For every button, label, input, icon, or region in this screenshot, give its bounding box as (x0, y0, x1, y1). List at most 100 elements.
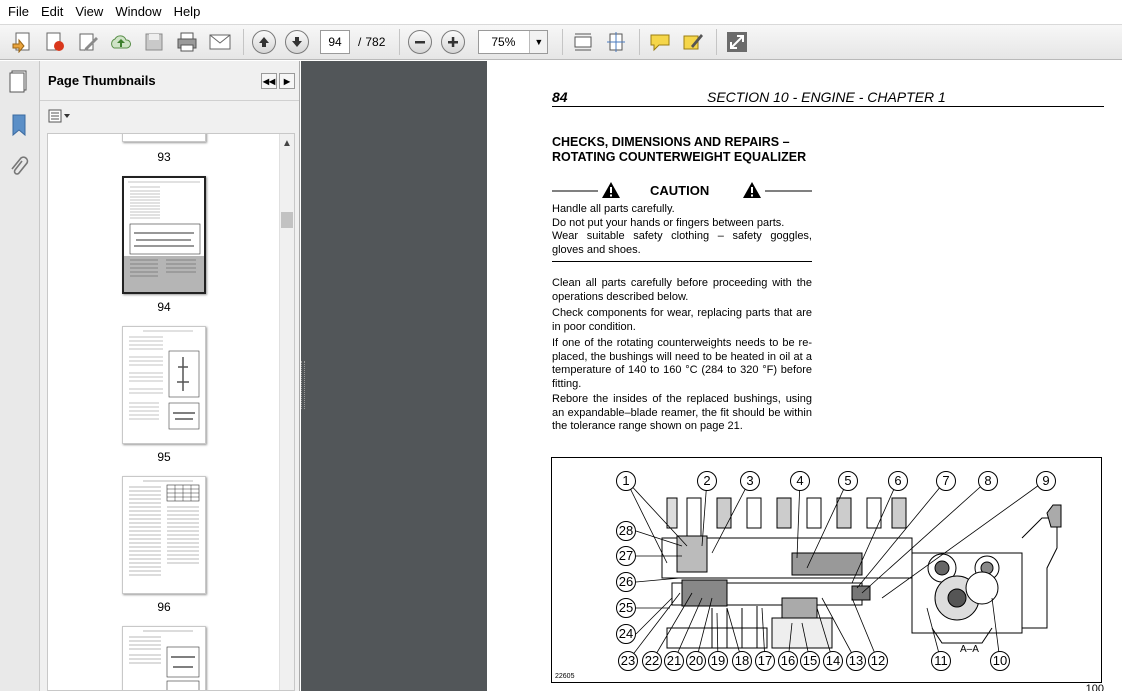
previous-page-button[interactable] (250, 28, 278, 56)
thumbnail-label: 93 (157, 150, 171, 164)
splitter-handle[interactable] (301, 361, 305, 409)
callout-3: 3 (740, 471, 760, 491)
page-number: 84 (552, 89, 568, 105)
highlight-button[interactable] (679, 28, 707, 56)
toolbar-separator (243, 29, 244, 55)
document-page: 84 SECTION 10 - ENGINE - CHAPTER 1 CHECK… (487, 61, 1122, 691)
scroll-up-icon[interactable]: ▲ (282, 138, 292, 149)
navigation-strip (0, 61, 40, 691)
printer-icon (177, 32, 197, 52)
menu-bar: File Edit View Window Help (0, 0, 1122, 24)
fit-width-icon (574, 33, 592, 51)
edit-document-button[interactable] (74, 28, 102, 56)
toolbar-separator (562, 29, 564, 55)
callout-21: 21 (664, 651, 684, 671)
close-panel-button[interactable]: ▶ (279, 73, 295, 89)
create-pdf-icon (12, 32, 30, 53)
heading: CHECKS, DIMENSIONS AND REPAIRS – ROTATIN… (552, 135, 822, 165)
callout-5: 5 (838, 471, 858, 491)
plus-icon (441, 30, 466, 54)
divider (552, 261, 812, 262)
thumbnail-list[interactable]: 93 94 95 96 ▲ (47, 133, 295, 691)
page-number-input[interactable]: 94 (320, 30, 350, 54)
chevron-down-icon[interactable]: ▼ (529, 31, 548, 53)
next-page-number: 100 (1085, 683, 1104, 691)
paperclip-icon[interactable] (9, 155, 29, 182)
comment-button[interactable] (646, 28, 674, 56)
options-menu-icon (48, 109, 70, 123)
combine-files-button[interactable] (41, 28, 69, 56)
callout-24: 24 (616, 624, 636, 644)
callout-23: 23 (618, 651, 638, 671)
upload-button[interactable] (107, 28, 135, 56)
fit-page-icon (607, 32, 626, 52)
menu-file[interactable]: File (2, 0, 35, 24)
minus-icon (408, 30, 433, 54)
print-button[interactable] (173, 28, 201, 56)
thumbnail-options[interactable] (40, 101, 299, 131)
page-header: 84 SECTION 10 - ENGINE - CHAPTER 1 (552, 89, 1104, 107)
callout-2: 2 (697, 471, 717, 491)
engine-drawing (625, 479, 1062, 662)
caution-line: Do not put your hands or fingers between… (552, 216, 785, 229)
heading-line: ROTATING COUNTERWEIGHT EQUALIZER (552, 150, 807, 164)
edit-document-icon (79, 33, 98, 51)
toolbar-separator (399, 29, 401, 55)
heading-line: CHECKS, DIMENSIONS AND REPAIRS – (552, 135, 790, 149)
thumbnail-label: 96 (157, 600, 171, 614)
zoom-select[interactable]: 75% ▼ (478, 30, 549, 54)
menu-help[interactable]: Help (168, 0, 207, 24)
envelope-icon (209, 34, 231, 50)
speech-bubble-icon (650, 34, 670, 52)
panel-header: Page Thumbnails ◀◀ ▶ (40, 61, 299, 101)
email-button[interactable] (206, 28, 234, 56)
section-label: A–A (960, 644, 979, 655)
callout-28: 28 (616, 521, 636, 541)
callout-4: 4 (790, 471, 810, 491)
callout-27: 27 (616, 546, 636, 566)
page-thumbnails-icon[interactable] (8, 69, 30, 96)
callout-1: 1 (616, 471, 636, 491)
page-thumbnail[interactable] (122, 626, 206, 690)
callout-16: 16 (778, 651, 798, 671)
create-pdf-button[interactable] (8, 28, 36, 56)
save-button[interactable] (140, 28, 168, 56)
callout-22: 22 (642, 651, 662, 671)
page-thumbnail[interactable] (122, 326, 206, 444)
callout-18: 18 (732, 651, 752, 671)
toolbar: 94 / 782 75% ▼ (0, 24, 1122, 60)
save-icon (145, 33, 163, 51)
fit-width-button[interactable] (569, 28, 597, 56)
menu-edit[interactable]: Edit (35, 0, 69, 24)
zoom-value: 75% (491, 35, 516, 49)
menu-window[interactable]: Window (109, 0, 167, 24)
callout-17: 17 (755, 651, 775, 671)
bookmark-icon[interactable] (10, 113, 28, 140)
next-page-button[interactable] (283, 28, 311, 56)
arrow-up-icon (252, 30, 276, 54)
full-screen-button[interactable] (723, 28, 751, 56)
callout-20: 20 (686, 651, 706, 671)
callout-19: 19 (708, 651, 728, 671)
thumbnail-scrollbar[interactable]: ▲ (279, 134, 294, 690)
zoom-in-button[interactable] (439, 28, 467, 56)
paragraph: Rebore the insides of the replaced bushi… (552, 393, 812, 432)
callout-13: 13 (846, 651, 866, 671)
collapse-panel-button[interactable]: ◀◀ (261, 73, 277, 89)
page-thumbnail[interactable] (122, 476, 206, 594)
zoom-out-button[interactable] (406, 28, 434, 56)
caution-label: CAUTION (650, 183, 710, 198)
callout-25: 25 (616, 598, 636, 618)
page-thumbnail[interactable] (122, 134, 206, 142)
page-thumbnail-selected[interactable] (122, 176, 206, 294)
paragraph: Check components for wear, replacing par… (552, 307, 812, 333)
menu-view[interactable]: View (69, 0, 109, 24)
expand-icon (727, 32, 748, 52)
scroll-thumb[interactable] (281, 212, 293, 228)
thumbnail-panel: Page Thumbnails ◀◀ ▶ 93 94 95 96 ▲ (40, 61, 300, 691)
arrow-down-icon (285, 30, 309, 54)
callout-9: 9 (1036, 471, 1056, 491)
callout-15: 15 (800, 651, 820, 671)
fit-page-button[interactable] (602, 28, 630, 56)
callout-6: 6 (888, 471, 908, 491)
